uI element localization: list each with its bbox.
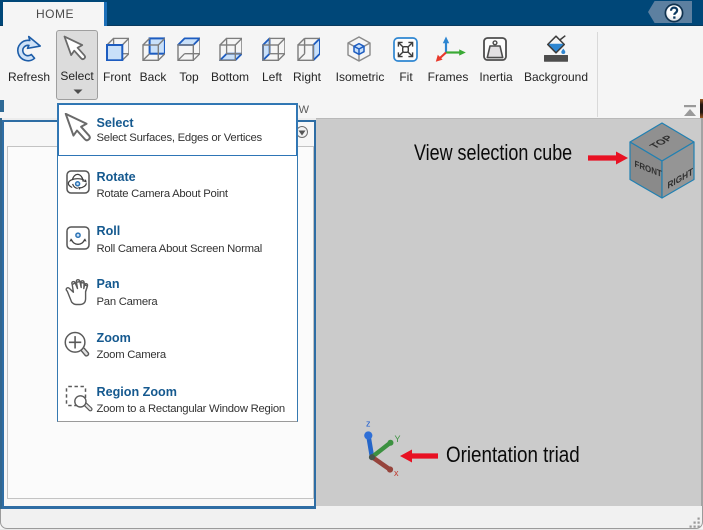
- svg-text:Y: Y: [395, 434, 401, 444]
- svg-text:x: x: [394, 468, 399, 478]
- svg-text:z: z: [366, 419, 371, 429]
